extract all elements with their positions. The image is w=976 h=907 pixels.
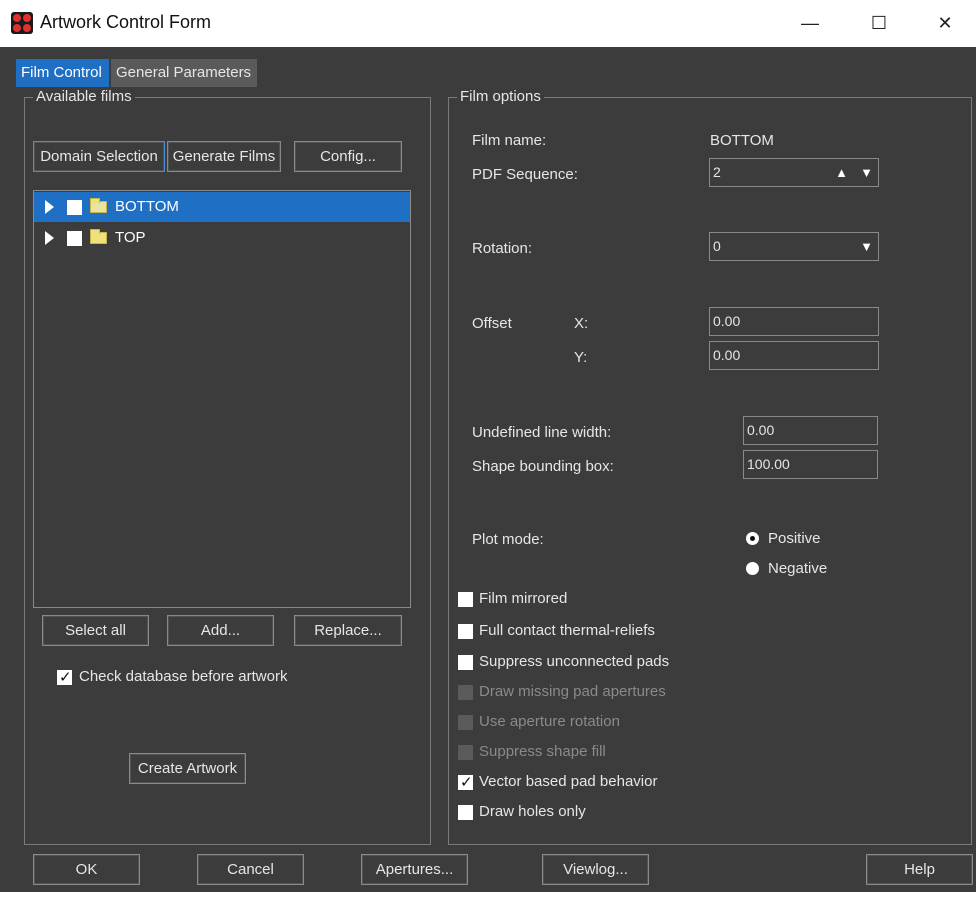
check-database-label: Check database before artwork [79,668,288,685]
film-name-value: BOTTOM [710,132,774,149]
tree-row-top[interactable]: TOP [34,223,410,253]
tab-film-control[interactable]: Film Control [16,59,109,87]
maximize-button[interactable]: ☐ [846,0,912,47]
window-title: Artwork Control Form [40,12,212,32]
expand-arrow-icon[interactable] [45,231,54,245]
cancel-button[interactable]: Cancel [197,854,304,885]
rotation-select[interactable]: 0 [709,232,879,261]
film-label: TOP [115,229,146,246]
spin-down-icon[interactable]: ▼ [856,159,877,186]
folder-open-icon [90,198,107,213]
offset-x-value: 0.00 [713,313,741,329]
rotation-label: Rotation: [472,240,533,257]
help-button[interactable]: Help [866,854,973,885]
footer-bar: OK Cancel Apertures... Viewlog... Help [0,847,976,892]
pdf-sequence-value: 2 [713,164,721,180]
close-button[interactable]: ✕ [912,0,976,47]
negative-label: Negative [768,560,828,577]
negative-radio[interactable] [746,562,759,575]
shape-bounding-box-field[interactable]: 100.00 [743,450,878,479]
plot-mode-label: Plot mode: [472,531,544,548]
draw-holes-only-checkbox[interactable] [458,805,473,820]
pdf-sequence-label: PDF Sequence: [472,166,578,183]
select-all-button[interactable]: Select all [42,615,149,646]
suppress-unconnected-pads-label: Suppress unconnected pads [479,653,670,670]
generate-films-button[interactable]: Generate Films [167,141,281,172]
create-artwork-button[interactable]: Create Artwork [129,753,246,784]
suppress-unconnected-pads-checkbox[interactable] [458,655,473,670]
offset-x-label: X: [574,315,589,332]
positive-radio[interactable] [746,532,759,545]
available-films-title: Available films [33,88,135,105]
expand-arrow-icon[interactable] [45,200,54,214]
film-checkbox[interactable] [67,231,82,246]
minimize-button[interactable]: — [777,0,843,47]
offset-y-label: Y: [574,349,588,366]
film-name-label: Film name: [472,132,547,149]
app-icon [11,12,33,34]
vector-based-pad-behavior-checkbox[interactable] [458,773,473,791]
offset-y-field[interactable]: 0.00 [709,341,879,370]
folder-icon [90,229,107,244]
undefined-line-width-field[interactable]: 0.00 [743,416,878,445]
apertures-button[interactable]: Apertures... [361,854,468,885]
tree-row-bottom[interactable]: BOTTOM [34,192,410,222]
offset-label: Offset [472,315,512,332]
add-button[interactable]: Add... [167,615,274,646]
draw-missing-pad-apertures-label: Draw missing pad apertures [479,683,666,700]
draw-holes-only-label: Draw holes only [479,803,586,820]
film-checkbox[interactable] [67,200,82,215]
suppress-shape-fill-checkbox [458,745,473,760]
bottom-strip [0,892,976,907]
rotation-value: 0 [713,238,721,254]
maximize-icon: ☐ [870,13,888,33]
suppress-shape-fill-label: Suppress shape fill [479,743,606,760]
config-button[interactable]: Config... [294,141,402,172]
replace-button[interactable]: Replace... [294,615,402,646]
full-contact-thermal-reliefs-label: Full contact thermal-reliefs [479,622,655,639]
tab-general-parameters[interactable]: General Parameters [111,59,257,87]
viewlog-button[interactable]: Viewlog... [542,854,649,885]
full-contact-thermal-reliefs-checkbox[interactable] [458,624,473,639]
spin-up-icon[interactable]: ▲ [831,159,852,186]
film-mirrored-checkbox[interactable] [458,592,473,607]
offset-y-value: 0.00 [713,347,741,363]
undefined-line-width-label: Undefined line width: [472,424,612,441]
shape-bounding-box-label: Shape bounding box: [472,458,614,475]
vector-based-pad-behavior-label: Vector based pad behavior [479,773,658,790]
check-database-checkbox[interactable] [57,668,72,686]
use-aperture-rotation-checkbox [458,715,473,730]
shape-bounding-box-value: 100.00 [747,456,790,472]
films-tree[interactable]: BOTTOM TOP [33,190,411,608]
close-icon: ✕ [937,13,953,33]
use-aperture-rotation-label: Use aperture rotation [479,713,620,730]
title-bar: Artwork Control Form — ☐ ✕ [0,0,976,47]
chevron-down-icon[interactable]: ▼ [856,233,877,260]
draw-missing-pad-apertures-checkbox [458,685,473,700]
undefined-line-width-value: 0.00 [747,422,775,438]
domain-selection-button[interactable]: Domain Selection [33,141,165,172]
film-mirrored-label: Film mirrored [479,590,568,607]
pdf-sequence-field[interactable]: 2 [709,158,879,187]
ok-button[interactable]: OK [33,854,140,885]
positive-label: Positive [768,530,821,547]
offset-x-field[interactable]: 0.00 [709,307,879,336]
film-label: BOTTOM [115,198,179,215]
film-options-title: Film options [457,88,544,105]
minimize-icon: — [801,13,819,33]
